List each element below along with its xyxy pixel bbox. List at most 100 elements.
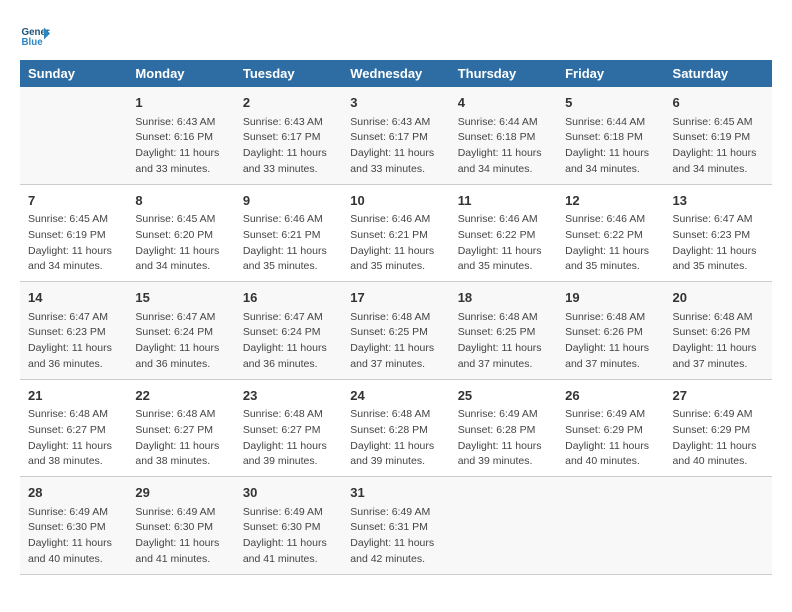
week-row-1: 1Sunrise: 6:43 AM Sunset: 6:16 PM Daylig… <box>20 87 772 184</box>
calendar-cell: 23Sunrise: 6:48 AM Sunset: 6:27 PM Dayli… <box>235 379 342 477</box>
day-number: 14 <box>28 288 119 308</box>
column-header-wednesday: Wednesday <box>342 60 449 87</box>
calendar-cell: 12Sunrise: 6:46 AM Sunset: 6:22 PM Dayli… <box>557 184 664 282</box>
day-info: Sunrise: 6:49 AM Sunset: 6:30 PM Dayligh… <box>243 505 334 568</box>
day-info: Sunrise: 6:48 AM Sunset: 6:27 PM Dayligh… <box>28 407 119 470</box>
day-info: Sunrise: 6:47 AM Sunset: 6:23 PM Dayligh… <box>673 212 764 275</box>
day-number: 10 <box>350 191 441 211</box>
calendar-cell: 31Sunrise: 6:49 AM Sunset: 6:31 PM Dayli… <box>342 477 449 575</box>
calendar-cell: 4Sunrise: 6:44 AM Sunset: 6:18 PM Daylig… <box>450 87 557 184</box>
day-number: 7 <box>28 191 119 211</box>
day-number: 16 <box>243 288 334 308</box>
day-info: Sunrise: 6:47 AM Sunset: 6:24 PM Dayligh… <box>243 310 334 373</box>
day-info: Sunrise: 6:48 AM Sunset: 6:27 PM Dayligh… <box>243 407 334 470</box>
logo: General Blue <box>20 20 50 50</box>
calendar-cell: 9Sunrise: 6:46 AM Sunset: 6:21 PM Daylig… <box>235 184 342 282</box>
day-info: Sunrise: 6:46 AM Sunset: 6:22 PM Dayligh… <box>565 212 656 275</box>
day-number: 23 <box>243 386 334 406</box>
calendar-cell: 5Sunrise: 6:44 AM Sunset: 6:18 PM Daylig… <box>557 87 664 184</box>
day-info: Sunrise: 6:49 AM Sunset: 6:30 PM Dayligh… <box>135 505 226 568</box>
day-info: Sunrise: 6:45 AM Sunset: 6:20 PM Dayligh… <box>135 212 226 275</box>
calendar-cell: 22Sunrise: 6:48 AM Sunset: 6:27 PM Dayli… <box>127 379 234 477</box>
day-number: 13 <box>673 191 764 211</box>
calendar-cell: 7Sunrise: 6:45 AM Sunset: 6:19 PM Daylig… <box>20 184 127 282</box>
calendar-cell <box>450 477 557 575</box>
column-headers: SundayMondayTuesdayWednesdayThursdayFrid… <box>20 60 772 87</box>
calendar-cell <box>557 477 664 575</box>
calendar-cell: 2Sunrise: 6:43 AM Sunset: 6:17 PM Daylig… <box>235 87 342 184</box>
day-number: 22 <box>135 386 226 406</box>
logo-icon: General Blue <box>20 20 50 50</box>
day-info: Sunrise: 6:48 AM Sunset: 6:26 PM Dayligh… <box>565 310 656 373</box>
column-header-sunday: Sunday <box>20 60 127 87</box>
day-number: 24 <box>350 386 441 406</box>
week-row-4: 21Sunrise: 6:48 AM Sunset: 6:27 PM Dayli… <box>20 379 772 477</box>
day-number: 27 <box>673 386 764 406</box>
calendar-cell: 10Sunrise: 6:46 AM Sunset: 6:21 PM Dayli… <box>342 184 449 282</box>
day-number: 15 <box>135 288 226 308</box>
header: General Blue <box>20 20 772 50</box>
day-info: Sunrise: 6:48 AM Sunset: 6:25 PM Dayligh… <box>458 310 549 373</box>
day-info: Sunrise: 6:48 AM Sunset: 6:26 PM Dayligh… <box>673 310 764 373</box>
day-number: 9 <box>243 191 334 211</box>
calendar-table: SundayMondayTuesdayWednesdayThursdayFrid… <box>20 60 772 575</box>
day-info: Sunrise: 6:49 AM Sunset: 6:30 PM Dayligh… <box>28 505 119 568</box>
column-header-saturday: Saturday <box>665 60 772 87</box>
calendar-cell: 28Sunrise: 6:49 AM Sunset: 6:30 PM Dayli… <box>20 477 127 575</box>
calendar-cell: 17Sunrise: 6:48 AM Sunset: 6:25 PM Dayli… <box>342 282 449 380</box>
day-info: Sunrise: 6:48 AM Sunset: 6:25 PM Dayligh… <box>350 310 441 373</box>
calendar-cell: 15Sunrise: 6:47 AM Sunset: 6:24 PM Dayli… <box>127 282 234 380</box>
day-info: Sunrise: 6:49 AM Sunset: 6:31 PM Dayligh… <box>350 505 441 568</box>
calendar-cell: 29Sunrise: 6:49 AM Sunset: 6:30 PM Dayli… <box>127 477 234 575</box>
day-info: Sunrise: 6:48 AM Sunset: 6:27 PM Dayligh… <box>135 407 226 470</box>
day-info: Sunrise: 6:46 AM Sunset: 6:21 PM Dayligh… <box>243 212 334 275</box>
day-number: 26 <box>565 386 656 406</box>
calendar-cell: 3Sunrise: 6:43 AM Sunset: 6:17 PM Daylig… <box>342 87 449 184</box>
day-number: 3 <box>350 93 441 113</box>
calendar-cell: 16Sunrise: 6:47 AM Sunset: 6:24 PM Dayli… <box>235 282 342 380</box>
calendar-cell: 8Sunrise: 6:45 AM Sunset: 6:20 PM Daylig… <box>127 184 234 282</box>
calendar-cell <box>20 87 127 184</box>
svg-text:Blue: Blue <box>22 37 44 48</box>
day-number: 19 <box>565 288 656 308</box>
day-info: Sunrise: 6:44 AM Sunset: 6:18 PM Dayligh… <box>458 115 549 178</box>
calendar-cell: 21Sunrise: 6:48 AM Sunset: 6:27 PM Dayli… <box>20 379 127 477</box>
column-header-thursday: Thursday <box>450 60 557 87</box>
day-info: Sunrise: 6:49 AM Sunset: 6:29 PM Dayligh… <box>673 407 764 470</box>
day-info: Sunrise: 6:46 AM Sunset: 6:22 PM Dayligh… <box>458 212 549 275</box>
calendar-cell: 24Sunrise: 6:48 AM Sunset: 6:28 PM Dayli… <box>342 379 449 477</box>
day-number: 29 <box>135 483 226 503</box>
day-info: Sunrise: 6:49 AM Sunset: 6:28 PM Dayligh… <box>458 407 549 470</box>
day-number: 1 <box>135 93 226 113</box>
calendar-cell: 27Sunrise: 6:49 AM Sunset: 6:29 PM Dayli… <box>665 379 772 477</box>
calendar-cell: 13Sunrise: 6:47 AM Sunset: 6:23 PM Dayli… <box>665 184 772 282</box>
week-row-2: 7Sunrise: 6:45 AM Sunset: 6:19 PM Daylig… <box>20 184 772 282</box>
day-info: Sunrise: 6:49 AM Sunset: 6:29 PM Dayligh… <box>565 407 656 470</box>
column-header-friday: Friday <box>557 60 664 87</box>
calendar-cell: 14Sunrise: 6:47 AM Sunset: 6:23 PM Dayli… <box>20 282 127 380</box>
day-info: Sunrise: 6:43 AM Sunset: 6:17 PM Dayligh… <box>243 115 334 178</box>
day-number: 2 <box>243 93 334 113</box>
column-header-tuesday: Tuesday <box>235 60 342 87</box>
day-number: 6 <box>673 93 764 113</box>
calendar-cell: 26Sunrise: 6:49 AM Sunset: 6:29 PM Dayli… <box>557 379 664 477</box>
day-number: 20 <box>673 288 764 308</box>
day-number: 11 <box>458 191 549 211</box>
day-info: Sunrise: 6:48 AM Sunset: 6:28 PM Dayligh… <box>350 407 441 470</box>
day-number: 21 <box>28 386 119 406</box>
day-number: 28 <box>28 483 119 503</box>
calendar-cell: 25Sunrise: 6:49 AM Sunset: 6:28 PM Dayli… <box>450 379 557 477</box>
day-number: 25 <box>458 386 549 406</box>
week-row-3: 14Sunrise: 6:47 AM Sunset: 6:23 PM Dayli… <box>20 282 772 380</box>
calendar-cell: 30Sunrise: 6:49 AM Sunset: 6:30 PM Dayli… <box>235 477 342 575</box>
calendar-cell: 6Sunrise: 6:45 AM Sunset: 6:19 PM Daylig… <box>665 87 772 184</box>
day-info: Sunrise: 6:44 AM Sunset: 6:18 PM Dayligh… <box>565 115 656 178</box>
day-number: 18 <box>458 288 549 308</box>
day-info: Sunrise: 6:45 AM Sunset: 6:19 PM Dayligh… <box>28 212 119 275</box>
calendar-cell: 18Sunrise: 6:48 AM Sunset: 6:25 PM Dayli… <box>450 282 557 380</box>
day-number: 31 <box>350 483 441 503</box>
calendar-cell: 19Sunrise: 6:48 AM Sunset: 6:26 PM Dayli… <box>557 282 664 380</box>
day-info: Sunrise: 6:46 AM Sunset: 6:21 PM Dayligh… <box>350 212 441 275</box>
day-info: Sunrise: 6:43 AM Sunset: 6:16 PM Dayligh… <box>135 115 226 178</box>
day-info: Sunrise: 6:47 AM Sunset: 6:23 PM Dayligh… <box>28 310 119 373</box>
